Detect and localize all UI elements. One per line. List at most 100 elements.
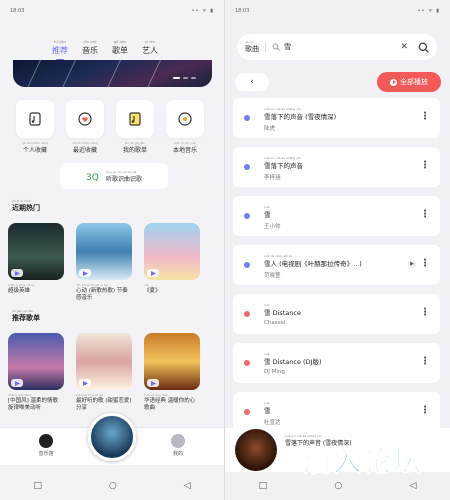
- status-bar: 18:03 •• ᯤ ▮: [0, 6, 224, 18]
- banner-light-streak: [59, 60, 78, 87]
- hot-card[interactable]: xīn dòng xīn gē rè gē 心动 (新歌热歌) 节奏感音乐: [76, 223, 132, 302]
- clear-icon[interactable]: ✕: [400, 42, 408, 52]
- divider: [265, 42, 266, 52]
- song-title: xuě 雪: [264, 401, 271, 415]
- hot-card[interactable]: xià 《夏》: [144, 223, 200, 302]
- banner-light-streak: [144, 60, 163, 87]
- song-dot: [244, 311, 250, 317]
- play-icon[interactable]: [147, 269, 159, 277]
- playlist-art: [76, 333, 132, 390]
- more-icon[interactable]: ⋮: [420, 111, 430, 122]
- playlist-art: [8, 333, 64, 390]
- rec-cards: zhōng guó fēng [中国风] 温柔的情歌 旋律唯美动听 zuì hǎo…: [8, 333, 200, 412]
- play-icon[interactable]: [79, 269, 91, 277]
- music-list-icon: [129, 112, 141, 126]
- now-playing-disc[interactable]: [235, 429, 277, 471]
- top-tabs: tuī jiàn 推荐 yīn yuè 音乐 gē dān 歌单 yì rén 艺人: [52, 40, 158, 56]
- song-row[interactable]: xuě 雪 杜宣达 ⋮: [233, 392, 440, 432]
- play-icon[interactable]: [147, 379, 159, 387]
- tab-playlists[interactable]: gē dān 歌单: [112, 40, 128, 56]
- recents-icon[interactable]: □: [33, 481, 42, 491]
- playlist-card[interactable]: zuì hǎo tīng de gē 最好听的歌 (甜蜜恋爱) 分享: [76, 333, 132, 412]
- back-button[interactable]: ‹: [235, 73, 269, 91]
- song-dot: [244, 262, 250, 268]
- system-nav: □ ○ ◁: [0, 472, 224, 500]
- disc-icon: [178, 112, 192, 126]
- more-icon[interactable]: ⋮: [420, 209, 430, 220]
- song-artist: 王小帅: [264, 224, 281, 230]
- music-note-icon: [29, 112, 41, 126]
- search-results-screen: 18:03 •• ᯤ ▮ gē qǔ 歌曲 雪 ✕ ‹ 全部播放 xuě luò …: [225, 0, 450, 500]
- album-art: [8, 223, 64, 280]
- hot-card[interactable]: chāo jí yīng xióng 超级英雄: [8, 223, 64, 302]
- hot-section-title: jìn qī rè mén 近期热门: [12, 199, 40, 212]
- quick-my-playlists[interactable]: wǒ de gē dān 我的歌单: [116, 100, 154, 154]
- home-icon[interactable]: ○: [109, 481, 117, 491]
- home-screen: 18:03 •• ᯤ ▮ tuī jiàn 推荐 yīn yuè 音乐 gē dān…: [0, 0, 225, 500]
- song-recognition-button[interactable]: 3Q tīng gē shí qǔ shí gē 听歌识曲识歌: [60, 163, 168, 189]
- home-icon[interactable]: ○: [334, 481, 342, 491]
- song-title: xuě luò xià de shēng yīn 雪落下的声音: [264, 156, 303, 170]
- song-row[interactable]: xuě luò xià de shēng yīn 雪落下的声音 (雪夜情深) 陆虎…: [233, 98, 440, 138]
- playlist-card[interactable]: zhōng guó fēng [中国风] 温柔的情歌 旋律唯美动听: [8, 333, 64, 412]
- song-dot: [244, 360, 250, 366]
- tab-music[interactable]: yīn yuè 音乐: [82, 40, 98, 56]
- play-icon[interactable]: [11, 379, 23, 387]
- quick-favorites[interactable]: gè rén shōu cáng 个人收藏: [16, 100, 54, 154]
- nav-music-hall[interactable]: 音乐馆: [34, 434, 58, 457]
- status-bar: 18:03 •• ᯤ ▮: [225, 6, 450, 18]
- rec-section-title: tuī jiàn gē dān 推荐歌单: [12, 309, 40, 322]
- tab-recommend[interactable]: tuī jiàn 推荐: [52, 40, 68, 56]
- song-dot: [244, 115, 250, 121]
- album-art: [144, 223, 200, 280]
- search-icon: [272, 43, 280, 51]
- mv-play-icon[interactable]: ▶: [408, 261, 416, 268]
- song-row[interactable]: xuě 雪 Distance Chassel ⋮: [233, 294, 440, 334]
- now-playing-disc[interactable]: [88, 413, 136, 461]
- playlist-card[interactable]: huá yǔ jīng diǎn 华语经典 温暖你的心 歌曲: [144, 333, 200, 412]
- search-scope-selector[interactable]: gē qǔ 歌曲: [245, 40, 259, 54]
- song-row[interactable]: xuě 雪 王小帅 ⋮: [233, 196, 440, 236]
- song-dot: [244, 409, 250, 415]
- song-row[interactable]: xuě luò xià de shēng yīn 雪落下的声音 李梓涵 ⋮: [233, 147, 440, 187]
- song-artist: 李梓涵: [264, 175, 281, 181]
- nav-mine[interactable]: 我的: [166, 434, 190, 457]
- song-artist: 杜宣达: [264, 420, 281, 426]
- recents-icon[interactable]: □: [259, 481, 268, 491]
- song-artist: DJ Ming: [264, 369, 285, 375]
- play-icon[interactable]: [79, 379, 91, 387]
- back-icon[interactable]: ◁: [184, 481, 191, 491]
- song-artist: 范晓萱: [264, 273, 281, 279]
- status-time: 18:03: [10, 8, 25, 14]
- chevron-left-icon: ‹: [250, 77, 254, 87]
- recognize-icon: 3Q: [86, 173, 99, 182]
- more-icon[interactable]: ⋮: [420, 307, 430, 318]
- song-row[interactable]: xuě rén diàn shì jù 雪人 (电视剧《叶赫那拉传奇》...) 范…: [233, 245, 440, 285]
- quick-actions: gè rén shōu cáng 个人收藏 zuì jìn shōu cáng 最近…: [16, 100, 204, 154]
- play-circle-icon: [390, 78, 397, 86]
- more-icon[interactable]: ⋮: [420, 405, 430, 416]
- play-all-button[interactable]: 全部播放: [377, 72, 441, 92]
- song-row[interactable]: xuě 雪 Distance (DJ版) DJ Ming ⋮: [233, 343, 440, 383]
- search-button-icon[interactable]: [418, 42, 429, 53]
- song-title: xuě 雪 Distance (DJ版): [264, 352, 322, 366]
- system-nav: □ ○ ◁: [225, 472, 450, 500]
- banner-page-indicator: [173, 77, 196, 79]
- quick-local-music[interactable]: běn dì yīn yuè 本地音乐: [166, 100, 204, 154]
- banner-carousel[interactable]: [13, 60, 212, 87]
- search-input[interactable]: 雪: [284, 42, 400, 52]
- more-icon[interactable]: ⋮: [420, 160, 430, 171]
- search-bar: gē qǔ 歌曲 雪 ✕: [237, 34, 437, 60]
- song-dot: [244, 213, 250, 219]
- play-icon[interactable]: [11, 269, 23, 277]
- profile-icon: [171, 434, 185, 448]
- album-art: [76, 223, 132, 280]
- back-icon[interactable]: ◁: [409, 481, 416, 491]
- tab-artists[interactable]: yì rén 艺人: [142, 40, 158, 56]
- song-artist: Chassel: [264, 320, 286, 326]
- status-icons: •• ᯤ ▮: [191, 8, 214, 14]
- quick-recent[interactable]: zuì jìn shōu cáng 最近收藏: [66, 100, 104, 154]
- more-icon[interactable]: ⋮: [420, 258, 430, 269]
- more-icon[interactable]: ⋮: [420, 356, 430, 367]
- hot-cards: chāo jí yīng xióng 超级英雄 xīn dòng xīn gē r…: [8, 223, 200, 302]
